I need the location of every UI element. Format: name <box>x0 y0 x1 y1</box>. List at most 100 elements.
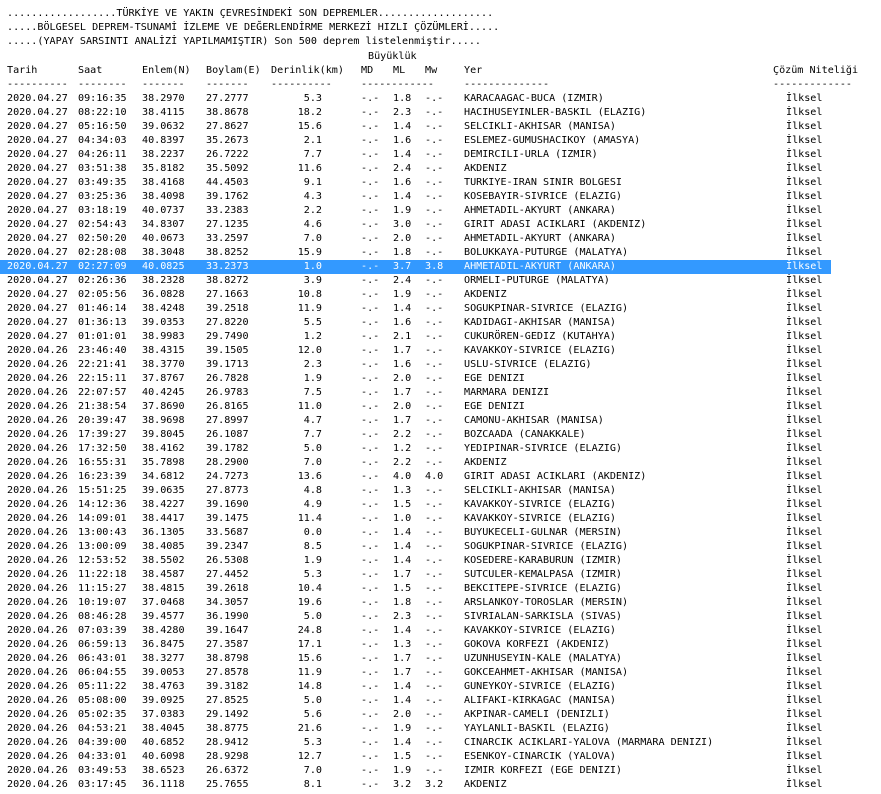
cell-quality: İlksel <box>786 583 823 594</box>
cell-place: AKDENIZ <box>464 779 507 790</box>
table-row[interactable]: 2020.04.27 09:16:35 38.2970 27.2777 5.3 -.- 1.… <box>0 92 831 106</box>
cell-ml: 1.7 <box>393 345 412 356</box>
col-date: Tarih <box>7 65 38 76</box>
cell-lat: 38.4227 <box>142 499 185 510</box>
cell-mw: -.- <box>425 135 444 146</box>
cell-mw: -.- <box>425 485 444 496</box>
cell-lat: 40.0825 <box>142 261 185 272</box>
table-row[interactable]: 2020.04.26 11:22:18 38.4587 27.4452 5.3 -.- 1.… <box>0 568 831 582</box>
cell-ml: 1.6 <box>393 177 412 188</box>
cell-ml: 1.7 <box>393 415 412 426</box>
cell-md: -.- <box>361 569 380 580</box>
cell-mw: -.- <box>425 359 444 370</box>
table-row[interactable]: 2020.04.27 02:26:36 38.2328 38.8272 3.9 -.- 2.… <box>0 274 831 288</box>
table-row[interactable]: 2020.04.26 22:21:41 38.3770 39.1713 2.3 -.- 1.… <box>0 358 831 372</box>
cell-lat: 38.5502 <box>142 555 185 566</box>
cell-depth: 8.5 <box>303 541 322 552</box>
table-row[interactable]: 2020.04.26 17:32:50 38.4162 39.1782 5.0 -.- 1.… <box>0 442 831 456</box>
cell-lat: 38.4115 <box>142 107 185 118</box>
table-row[interactable]: 2020.04.26 20:39:47 38.9698 27.8997 4.7 -.- 1.… <box>0 414 831 428</box>
table-row[interactable]: 2020.04.26 06:59:13 36.8475 27.3587 17.1 -.- 1… <box>0 638 831 652</box>
table-row[interactable]: 2020.04.26 04:33:01 40.6098 28.9298 12.7 -.- 1… <box>0 750 831 764</box>
table-row[interactable]: 2020.04.26 15:51:25 39.0635 27.8773 4.8 -.- 1.… <box>0 484 831 498</box>
cell-quality: İlksel <box>786 737 823 748</box>
table-row[interactable]: 2020.04.26 08:46:28 39.4577 36.1990 5.0 -.- 2.… <box>0 610 831 624</box>
table-row[interactable]: 2020.04.26 04:53:21 38.4045 38.8775 21.6 -.- 1… <box>0 722 831 736</box>
table-row[interactable]: 2020.04.27 08:22:10 38.4115 38.8678 18.2 -.- 2… <box>0 106 831 120</box>
table-row[interactable]: 2020.04.26 05:11:22 38.4763 39.3182 14.8 -.- 1… <box>0 680 831 694</box>
cell-mw: -.- <box>425 121 444 132</box>
cell-depth: 4.8 <box>303 485 322 496</box>
cell-time: 07:03:39 <box>78 625 127 636</box>
cell-quality: İlksel <box>786 401 823 412</box>
cell-ml: 1.4 <box>393 695 412 706</box>
cell-place: GUNEYKOY-SIVRICE (ELAZIG) <box>464 681 616 692</box>
table-row[interactable]: 2020.04.26 07:03:39 38.4280 39.1647 24.8 -.- 1… <box>0 624 831 638</box>
table-row[interactable]: 2020.04.26 03:17:45 36.1118 25.7655 8.1 -.- 3.… <box>0 778 831 792</box>
cell-place: AHMETADIL-AKYURT (ANKARA) <box>464 205 616 216</box>
table-row[interactable]: 2020.04.27 04:34:03 40.8397 35.2673 2.1 -.- 1.… <box>0 134 831 148</box>
cell-depth: 5.0 <box>303 695 322 706</box>
cell-quality: İlksel <box>786 611 823 622</box>
cell-lon: 39.3182 <box>206 681 249 692</box>
cell-lon: 44.4503 <box>206 177 249 188</box>
table-row[interactable]: 2020.04.26 16:55:31 35.7898 28.2900 7.0 -.- 2.… <box>0 456 831 470</box>
table-row[interactable]: 2020.04.26 22:07:57 40.4245 26.9783 7.5 -.- 1.… <box>0 386 831 400</box>
cell-depth: 7.5 <box>303 387 322 398</box>
table-row[interactable]: 2020.04.26 14:09:01 38.4417 39.1475 11.4 -.- 1… <box>0 512 831 526</box>
table-row[interactable]: 2020.04.27 03:25:36 38.4098 39.1762 4.3 -.- 1.… <box>0 190 831 204</box>
table-row[interactable]: 2020.04.26 05:02:35 37.0383 29.1492 5.6 -.- 2.… <box>0 708 831 722</box>
cell-time: 04:34:03 <box>78 135 127 146</box>
cell-place: USLU-SIVRICE (ELAZIG) <box>464 359 592 370</box>
cell-ml: 1.4 <box>393 527 412 538</box>
table-row[interactable]: 2020.04.26 04:39:00 40.6852 28.9412 5.3 -.- 1.… <box>0 736 831 750</box>
cell-md: -.- <box>361 135 380 146</box>
cell-lat: 36.1118 <box>142 779 185 790</box>
cell-time: 04:33:01 <box>78 751 127 762</box>
cell-place: GOKCEAHMET-AKHISAR (MANISA) <box>464 667 629 678</box>
table-row[interactable]: 2020.04.26 11:15:27 38.4815 39.2618 10.4 -.- 1… <box>0 582 831 596</box>
table-row[interactable]: 2020.04.27 01:46:14 38.4248 39.2518 11.9 -.- 1… <box>0 302 831 316</box>
table-row[interactable]: 2020.04.26 23:46:40 38.4315 39.1505 12.0 -.- 1… <box>0 344 831 358</box>
cell-depth: 5.5 <box>303 317 322 328</box>
table-row[interactable]: 2020.04.27 02:28:08 38.3048 38.8252 15.9 -.- 1… <box>0 246 831 260</box>
cell-lat: 38.4045 <box>142 723 185 734</box>
cell-date: 2020.04.26 <box>7 471 68 482</box>
cell-place: AKDENIZ <box>464 289 507 300</box>
table-row[interactable]: 2020.04.26 21:38:54 37.8690 26.8165 11.0 -.- 2… <box>0 400 831 414</box>
table-row[interactable]: 2020.04.26 03:49:53 38.6523 26.6372 7.0 -.- 1.… <box>0 764 831 778</box>
table-row[interactable]: 2020.04.26 14:12:36 38.4227 39.1690 4.9 -.- 1.… <box>0 498 831 512</box>
table-row[interactable]: 2020.04.26 05:08:00 39.0925 27.8525 5.0 -.- 1.… <box>0 694 831 708</box>
table-row[interactable]: 2020.04.27 02:54:43 34.8307 27.1235 4.6 -.- 3.… <box>0 218 831 232</box>
cell-depth: 15.6 <box>297 653 322 664</box>
cell-date: 2020.04.26 <box>7 555 68 566</box>
table-row[interactable]: 2020.04.27 01:01:01 38.9983 29.7490 1.2 -.- 2.… <box>0 330 831 344</box>
table-row-selected[interactable]: 2020.04.27 02:27:09 40.0825 33.2373 1.0 -.- 3.… <box>0 260 831 274</box>
table-row[interactable]: 2020.04.27 03:18:19 40.0737 33.2383 2.2 -.- 1.… <box>0 204 831 218</box>
table-row[interactable]: 2020.04.26 22:15:11 37.8767 26.7828 1.9 -.- 2.… <box>0 372 831 386</box>
cell-depth: 15.9 <box>297 247 322 258</box>
cell-quality: İlksel <box>786 569 823 580</box>
table-row[interactable]: 2020.04.27 02:50:20 40.0673 33.2597 7.0 -.- 2.… <box>0 232 831 246</box>
cell-lon: 28.9298 <box>206 751 249 762</box>
table-row[interactable]: 2020.04.26 13:00:43 36.1305 33.5687 0.0 -.- 1.… <box>0 526 831 540</box>
table-row[interactable]: 2020.04.26 06:04:55 39.0053 27.8578 11.9 -.- 1… <box>0 666 831 680</box>
cell-date: 2020.04.26 <box>7 597 68 608</box>
table-row[interactable]: 2020.04.27 05:16:50 39.0632 27.8627 15.6 -.- 1… <box>0 120 831 134</box>
cell-lat: 37.8767 <box>142 373 185 384</box>
cell-lon: 27.1663 <box>206 289 249 300</box>
table-row[interactable]: 2020.04.26 06:43:01 38.3277 38.8798 15.6 -.- 1… <box>0 652 831 666</box>
table-row[interactable]: 2020.04.26 10:19:07 37.0468 34.3057 19.6 -.- 1… <box>0 596 831 610</box>
table-row[interactable]: 2020.04.26 16:23:39 34.6812 24.7273 13.6 -.- 4… <box>0 470 831 484</box>
table-row[interactable]: 2020.04.26 12:53:52 38.5502 26.5308 1.9 -.- 1.… <box>0 554 831 568</box>
cell-place: KARACAAGAC-BUCA (IZMIR) <box>464 93 604 104</box>
table-row[interactable]: 2020.04.27 04:26:11 38.2237 26.7222 7.7 -.- 1.… <box>0 148 831 162</box>
table-row[interactable]: 2020.04.27 03:51:38 35.8182 35.5092 11.6 -.- 2… <box>0 162 831 176</box>
table-row[interactable]: 2020.04.27 02:05:56 36.0828 27.1663 10.8 -.- 1… <box>0 288 831 302</box>
table-row[interactable]: 2020.04.26 17:39:27 39.8045 26.1087 7.7 -.- 2.… <box>0 428 831 442</box>
cell-quality: İlksel <box>786 485 823 496</box>
table-row[interactable]: 2020.04.26 13:00:09 38.4085 39.2347 8.5 -.- 1.… <box>0 540 831 554</box>
table-row[interactable]: 2020.04.27 01:36:13 39.0353 27.8220 5.5 -.- 1.… <box>0 316 831 330</box>
table-row[interactable]: 2020.04.27 03:49:35 38.4168 44.4503 9.1 -.- 1.… <box>0 176 831 190</box>
cell-time: 08:22:10 <box>78 107 127 118</box>
